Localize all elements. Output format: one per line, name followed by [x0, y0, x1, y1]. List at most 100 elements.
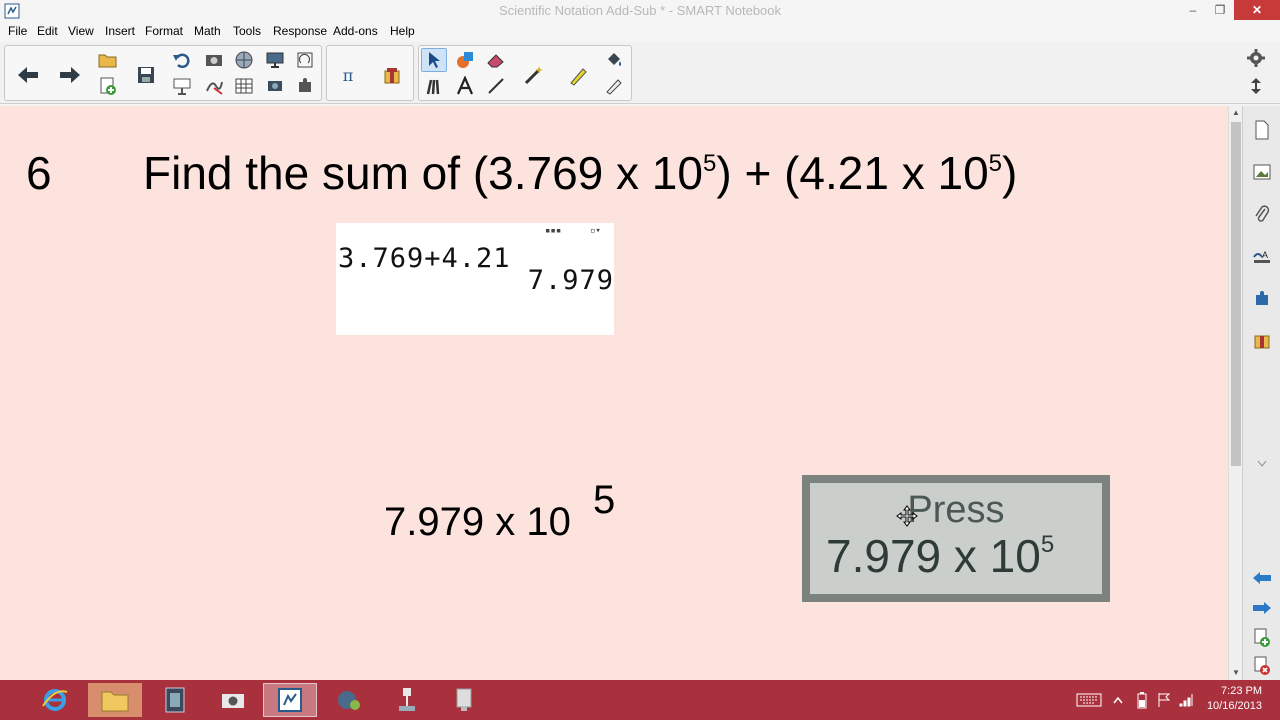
- page-vertical-scrollbar[interactable]: ▲ ▼: [1228, 106, 1242, 680]
- answer-exponent[interactable]: 5: [593, 478, 615, 523]
- taskbar-file-explorer[interactable]: [88, 683, 142, 717]
- arrow-left-icon: [18, 67, 38, 83]
- internet-browser-button[interactable]: [231, 48, 257, 72]
- answer-text[interactable]: 7.979 x 10: [384, 500, 571, 545]
- lines-tool-button[interactable]: [483, 74, 509, 98]
- properties-tool-button[interactable]: [601, 74, 627, 98]
- signal-bars-icon: [1179, 694, 1193, 707]
- highlighter-tool-button[interactable]: [563, 60, 593, 90]
- minimize-button[interactable]: –: [1180, 0, 1206, 20]
- puzzle-icon: [299, 78, 311, 92]
- arrow-right-icon: [1253, 602, 1271, 614]
- menu-view[interactable]: View: [68, 24, 94, 38]
- taskbar-presentation-app[interactable]: [438, 683, 492, 717]
- eraser-tool-button[interactable]: [483, 48, 509, 72]
- gallery-tab[interactable]: [1250, 160, 1274, 184]
- menu-tools[interactable]: Tools: [233, 24, 261, 38]
- press-reveal-box[interactable]: Press 7.979 x 105: [802, 475, 1110, 602]
- add-page-icon: [1254, 628, 1270, 647]
- sidebar-delete-page-button[interactable]: [1250, 654, 1274, 678]
- title-bar: Scientific Notation Add-Sub * - SMART No…: [0, 0, 1280, 22]
- paint-bucket-icon: [608, 53, 621, 66]
- eraser-icon: [487, 54, 504, 68]
- scroll-up-arrow[interactable]: ▲: [1229, 108, 1243, 117]
- sidebar-collapse-arrow[interactable]: [1250, 452, 1274, 476]
- sidebar-add-page-button[interactable]: [1250, 626, 1274, 650]
- recorder-icon: [338, 691, 360, 710]
- question-text[interactable]: Find the sum of (3.769 x 105) + (4.21 x …: [143, 146, 1017, 200]
- text-tool-button[interactable]: [452, 74, 478, 98]
- taskbar-camera-app[interactable]: [206, 683, 260, 717]
- magic-pen-button[interactable]: [519, 60, 549, 90]
- menu-math[interactable]: Math: [194, 24, 221, 38]
- activity-builder-button[interactable]: [377, 60, 407, 90]
- next-page-button[interactable]: [55, 60, 85, 90]
- menu-file[interactable]: File: [8, 24, 27, 38]
- full-screen-button[interactable]: [292, 48, 318, 72]
- pens-tool-button[interactable]: [421, 74, 447, 98]
- taskbar-document-camera[interactable]: [380, 683, 434, 717]
- calculator-screenshot[interactable]: ▪▪▪ ▫▾ 3.769+4.21 7.979: [336, 223, 614, 335]
- menu-insert[interactable]: Insert: [105, 24, 135, 38]
- previous-page-button[interactable]: [13, 60, 43, 90]
- settings-tool-button[interactable]: [292, 74, 318, 98]
- network-tray[interactable]: [1178, 690, 1194, 710]
- battery-tray[interactable]: [1134, 690, 1150, 710]
- shapes-tool-button[interactable]: [452, 48, 478, 72]
- dock-left-button[interactable]: [1250, 566, 1274, 590]
- touch-keyboard-tray[interactable]: [1076, 690, 1102, 710]
- add-page-icon: [100, 77, 116, 95]
- paperclip-icon: [1255, 205, 1270, 222]
- pens-icon: [426, 79, 440, 95]
- up-down-arrows-icon: [1251, 78, 1261, 94]
- menu-edit[interactable]: Edit: [37, 24, 58, 38]
- scroll-thumb[interactable]: [1231, 122, 1241, 466]
- pi-icon: π: [342, 65, 354, 85]
- menu-response[interactable]: Response: [273, 24, 327, 38]
- properties-tab[interactable]: A: [1250, 244, 1274, 268]
- highlighter-icon: [570, 68, 587, 86]
- open-file-button[interactable]: [95, 48, 121, 72]
- screen-shade-button[interactable]: [169, 74, 195, 98]
- show-hidden-icons-tray[interactable]: [1110, 690, 1126, 710]
- scroll-down-arrow[interactable]: ▼: [1229, 668, 1243, 677]
- question-number[interactable]: 6: [26, 146, 52, 200]
- taskbar-movie-maker[interactable]: [148, 683, 202, 717]
- fill-tool-button[interactable]: [601, 48, 627, 72]
- svg-text:A: A: [1262, 250, 1268, 260]
- move-toolbar-button[interactable]: [1243, 74, 1269, 98]
- add-page-button[interactable]: [95, 74, 121, 98]
- menu-help[interactable]: Help: [390, 24, 415, 38]
- math-tools-button[interactable]: π: [333, 60, 363, 90]
- save-button[interactable]: [131, 60, 161, 90]
- menu-add-ons[interactable]: Add-ons: [333, 24, 378, 38]
- undo-button[interactable]: [169, 48, 195, 72]
- show-hide-screen-button[interactable]: [262, 48, 288, 72]
- clear-page-button[interactable]: [201, 74, 227, 98]
- screen-capture-button[interactable]: [201, 48, 227, 72]
- gear-icon: [1247, 49, 1265, 67]
- taskbar-internet-explorer[interactable]: [28, 683, 82, 717]
- calculator-result-line: 7.979: [527, 265, 614, 296]
- attachments-tab[interactable]: [1250, 202, 1274, 226]
- lesson-activity-tab[interactable]: [1250, 328, 1274, 352]
- keyboard-icon: [1076, 693, 1102, 707]
- select-tool-button[interactable]: [421, 48, 447, 72]
- maximize-button[interactable]: ❐: [1207, 0, 1233, 20]
- taskbar-smart-notebook[interactable]: [263, 683, 317, 717]
- clock-date: 10/16/2013: [1206, 700, 1262, 712]
- taskbar-screen-recorder[interactable]: [322, 683, 376, 717]
- page-sorter-tab[interactable]: [1250, 118, 1274, 142]
- taskbar-clock[interactable]: 7:23 PM 10/16/2013: [1207, 684, 1262, 714]
- customize-toolbar-button[interactable]: [1243, 46, 1269, 70]
- add-ons-tab[interactable]: [1250, 286, 1274, 310]
- action-center-tray[interactable]: [1156, 690, 1172, 710]
- dock-right-button[interactable]: [1250, 596, 1274, 620]
- monitor-icon: [266, 52, 284, 68]
- menu-format[interactable]: Format: [145, 24, 183, 38]
- insert-table-button[interactable]: [231, 74, 257, 98]
- internet-explorer-icon: [42, 689, 68, 711]
- page-tools-group: [4, 45, 322, 101]
- document-camera-button[interactable]: [262, 74, 288, 98]
- close-button[interactable]: ✕: [1234, 0, 1280, 20]
